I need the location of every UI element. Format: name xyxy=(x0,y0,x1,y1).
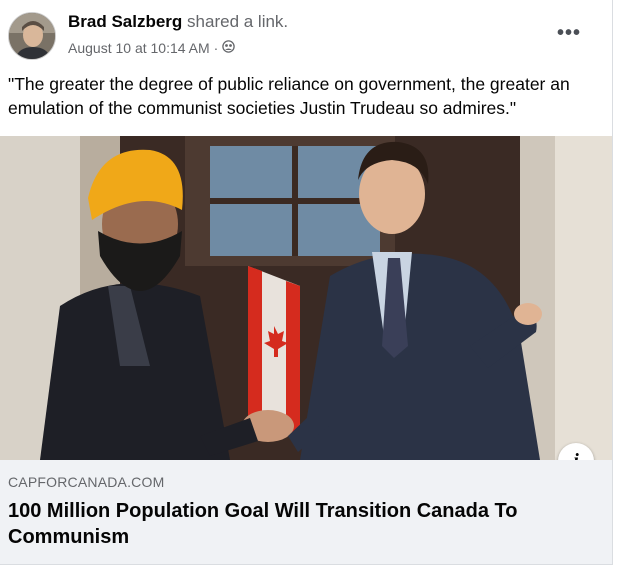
link-title[interactable]: 100 Million Population Goal Will Transit… xyxy=(8,498,568,550)
feed-post: Brad Salzberg shared a link. August 10 a… xyxy=(0,0,613,565)
post-message: "The greater the degree of public relian… xyxy=(8,74,570,118)
author-avatar[interactable] xyxy=(8,12,56,60)
shared-action-text: shared a link. xyxy=(187,12,289,31)
avatar-photo xyxy=(9,13,55,59)
link-domain: CAPFORCANADA.COM xyxy=(8,474,165,490)
post-header: Brad Salzberg shared a link. August 10 a… xyxy=(0,0,612,66)
author-line: Brad Salzberg shared a link. xyxy=(68,12,288,32)
preview-photo xyxy=(0,136,612,460)
link-preview-image[interactable] xyxy=(0,136,612,460)
more-options-button[interactable]: ••• xyxy=(554,22,584,44)
meta-separator: · xyxy=(213,40,219,56)
post-timestamp-link[interactable]: August 10 at 10:14 AM xyxy=(68,40,210,56)
post-meta: August 10 at 10:14 AM · xyxy=(68,40,236,56)
friends-icon[interactable] xyxy=(222,40,236,56)
link-preview-card[interactable]: CAPFORCANADA.COM 100 Million Population … xyxy=(0,460,612,565)
author-name-link[interactable]: Brad Salzberg xyxy=(68,12,182,31)
